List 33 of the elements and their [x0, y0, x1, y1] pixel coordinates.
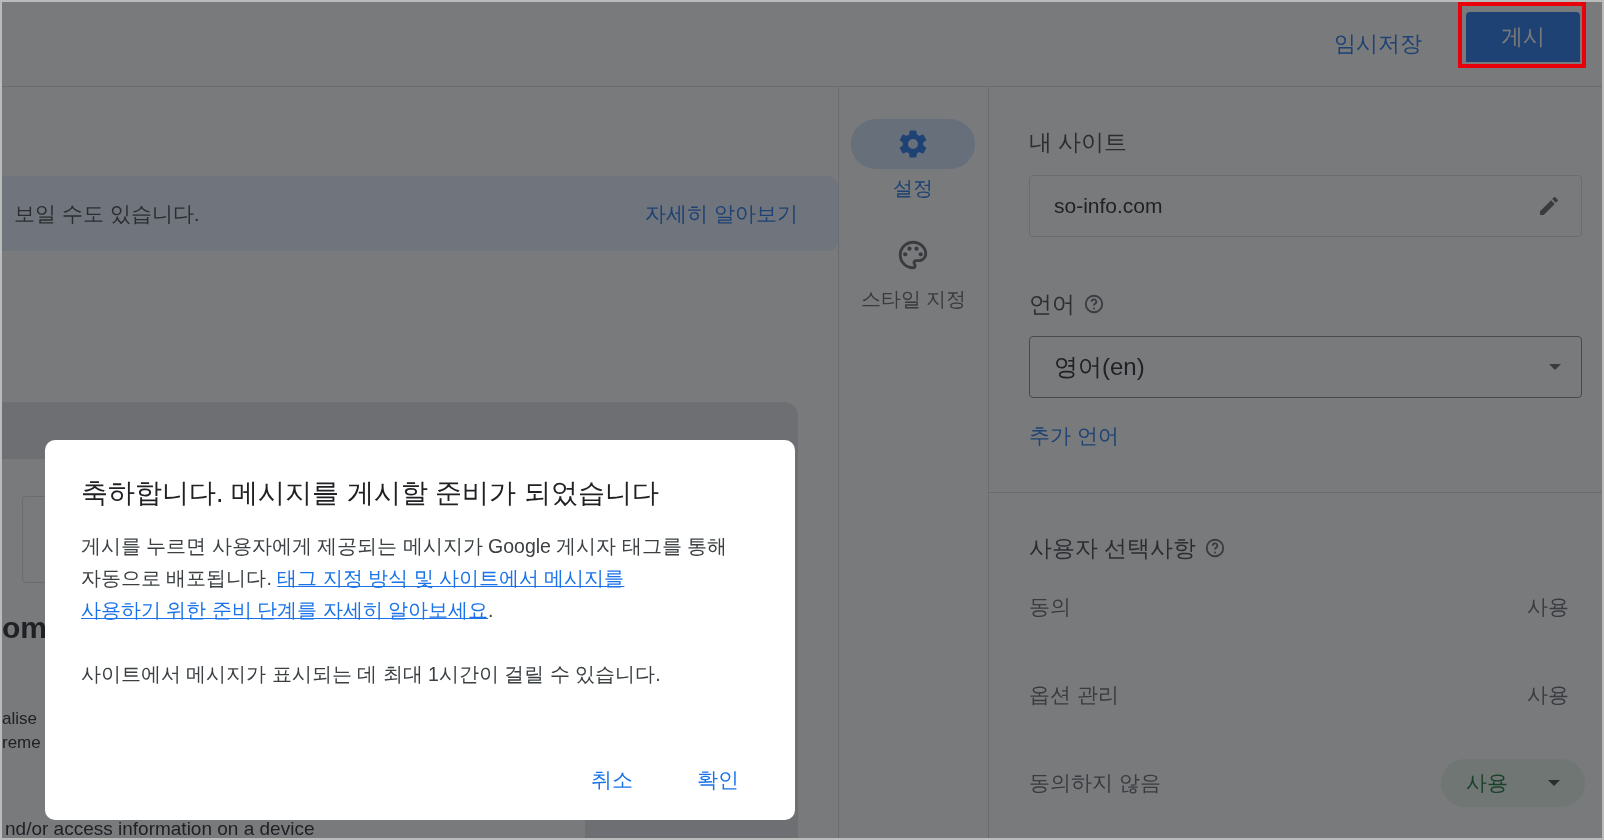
choice-label: 동의	[1029, 594, 1071, 620]
language-label: 언어	[1029, 290, 1075, 319]
guide-link[interactable]: 태그 지정 방식 및 사이트에서 메시지를	[277, 567, 625, 589]
choice-value: 사용	[1527, 682, 1569, 708]
banner-text: 보일 수도 있습니다.	[14, 200, 200, 227]
dialog-note: 사이트에서 메시지가 표시되는 데 최대 1시간이 걸릴 수 있습니다.	[81, 662, 662, 687]
learn-more-link[interactable]: 자세히 알아보기	[645, 199, 798, 228]
help-icon[interactable]	[1204, 537, 1227, 559]
choice-label: 동의하지 않음	[1029, 770, 1161, 796]
dropdown-caret-icon	[1549, 364, 1561, 370]
nav-item[interactable]: 스타일 지정	[851, 230, 976, 313]
user-choices-label: 사용자 선택사항	[1029, 534, 1197, 563]
choice-value: 사용	[1527, 594, 1569, 620]
edit-icon[interactable]	[1537, 194, 1561, 218]
preview-text: alise	[2, 708, 37, 730]
publish-button[interactable]: 게시	[1466, 12, 1580, 62]
preview-text: nd/or access information on a device	[4, 819, 315, 838]
dropdown-caret-icon	[1548, 780, 1560, 786]
preview-heading: om	[2, 611, 47, 645]
site-field[interactable]: so-info.com	[1029, 175, 1582, 237]
add-language-link[interactable]: 추가 언어	[1029, 423, 1119, 449]
site-label: 내 사이트	[1029, 128, 1128, 157]
choice-dropdown[interactable]: 사용	[1441, 759, 1585, 807]
preview-text: reme	[2, 732, 41, 754]
dialog-button[interactable]: 확인	[677, 756, 759, 804]
guide-link[interactable]: 사용하기 위한 준비 단계를 자세히 알아보세요	[81, 599, 489, 621]
draft-save-button[interactable]: 임시저장	[1324, 21, 1432, 67]
help-icon[interactable]	[1083, 293, 1105, 315]
dialog-text: 게시를 누르면 사용자에게 제공되는 메시지가 Google 게시자 태그를 통해 자동으로 배포됩니다. 태그 지정 방식 및 사이트에서 메시지를 사용하기 위한 준비 단계를 자세히 알아보세요.	[81, 534, 729, 623]
language-select[interactable]: 영어(en)	[1029, 336, 1582, 398]
dialog-button[interactable]: 취소	[571, 756, 653, 804]
dialog-title: 축하합니다. 메시지를 게시할 준비가 되었습니다	[81, 477, 660, 510]
choice-label: 옵션 관리	[1029, 682, 1119, 708]
